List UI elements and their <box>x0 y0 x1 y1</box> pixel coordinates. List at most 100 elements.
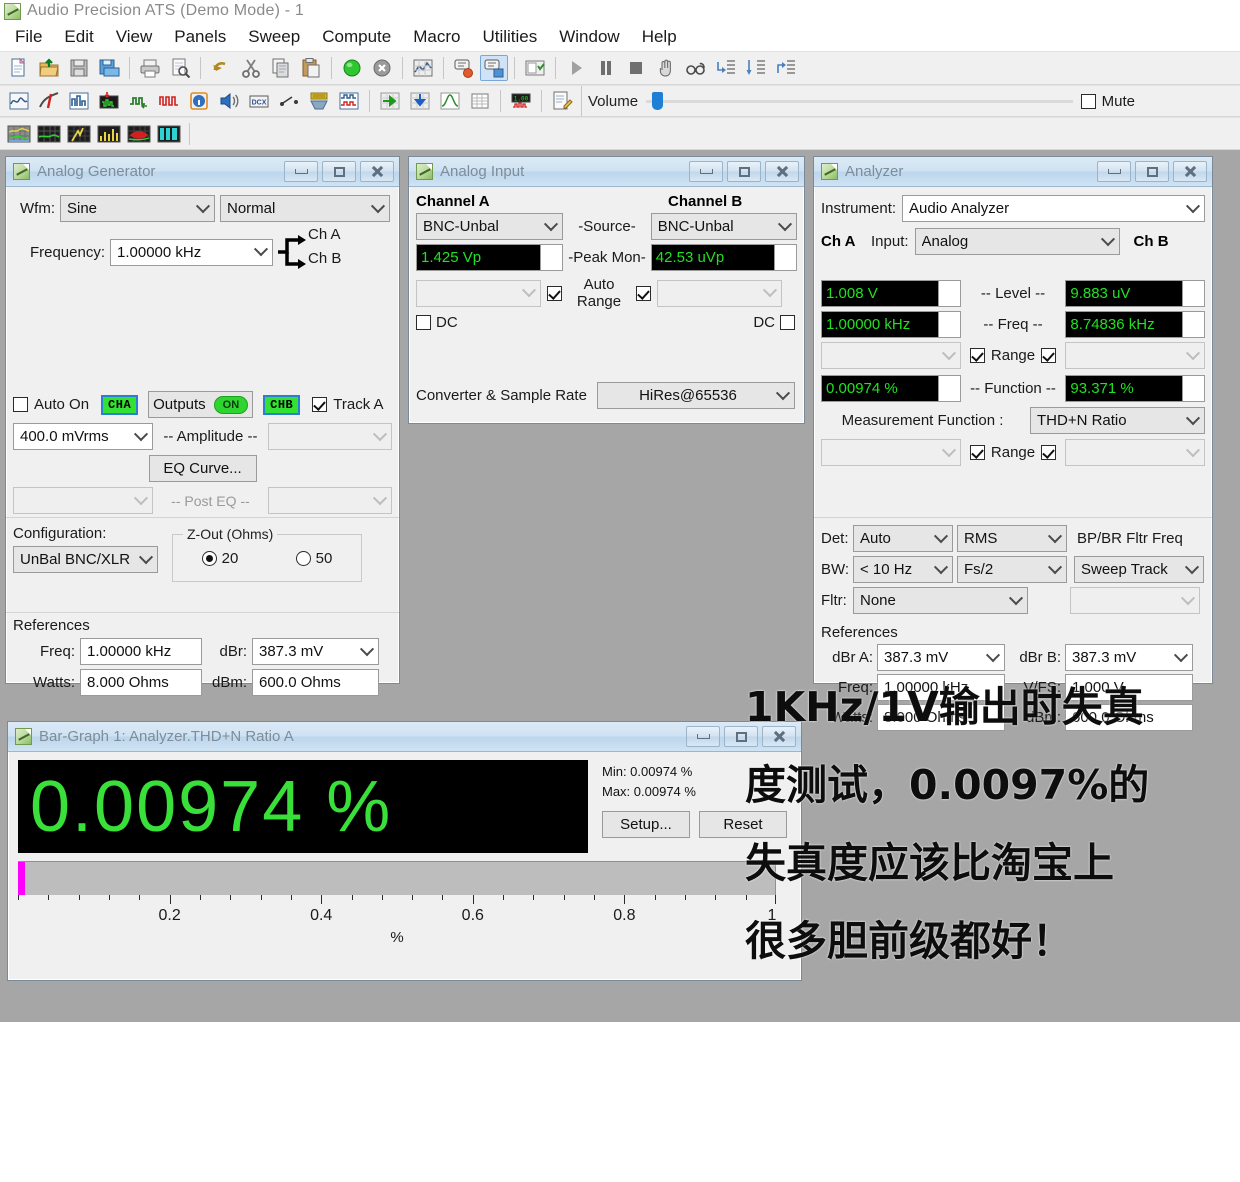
chevron-down-icon[interactable] <box>1182 376 1204 401</box>
close-button[interactable] <box>1173 161 1207 182</box>
chb-badge[interactable]: CHB <box>263 394 301 415</box>
digital-gen-icon[interactable] <box>125 88 153 114</box>
chevron-down-icon[interactable] <box>130 424 152 449</box>
post-eq-a-select[interactable] <box>13 487 153 514</box>
bargraph-window[interactable]: Bar-Graph 1: Analyzer.THD+N Ratio A 0.00… <box>7 721 802 981</box>
analyzer-range-a-select[interactable] <box>821 342 961 369</box>
outputs-button[interactable]: Outputs ON <box>148 391 254 418</box>
print-icon[interactable] <box>136 55 164 81</box>
post-eq-b-select[interactable] <box>267 487 392 514</box>
export-right-icon[interactable] <box>376 88 404 114</box>
pause-icon[interactable] <box>592 55 620 81</box>
analyzer-freq-ref-input[interactable]: 1.00000 kHz <box>877 674 1005 701</box>
mute-checkbox[interactable]: Mute <box>1080 93 1135 110</box>
analyzer-window[interactable]: Analyzer Instrument: Audio Analyzer Ch A… <box>813 156 1213 731</box>
chevron-down-icon[interactable] <box>1177 588 1199 613</box>
graph-blue-icon[interactable] <box>5 121 33 147</box>
comment-red-icon[interactable] <box>450 55 478 81</box>
setup-button[interactable]: Setup... <box>602 811 690 838</box>
cha-badge[interactable]: CHA <box>101 394 139 415</box>
zout-radio-50-button[interactable] <box>295 550 311 566</box>
save-icon[interactable] <box>65 55 93 81</box>
window-controls[interactable] <box>1097 161 1212 182</box>
import-down-icon[interactable] <box>406 88 434 114</box>
close-button[interactable] <box>765 161 799 182</box>
menu-compute[interactable]: Compute <box>311 25 402 49</box>
ref-dbm-input[interactable]: 600.0 Ohms <box>252 669 379 696</box>
curve-icon[interactable] <box>436 88 464 114</box>
menu-view[interactable]: View <box>105 25 164 49</box>
chevron-down-icon[interactable] <box>356 639 378 664</box>
amplitude-a-input[interactable]: 400.0 mVrms <box>13 423 153 450</box>
report-edit-icon[interactable] <box>548 88 576 114</box>
chevron-down-icon[interactable] <box>774 214 796 239</box>
comment-blue-icon[interactable] <box>480 55 508 81</box>
close-button[interactable] <box>360 161 394 182</box>
mute-checkbox-box[interactable] <box>1080 93 1096 109</box>
save-as-icon[interactable] <box>95 55 123 81</box>
analyzer-icon[interactable] <box>65 88 93 114</box>
indent-right-icon[interactable] <box>712 55 740 81</box>
dbr-b-input[interactable]: 387.3 mV <box>1065 644 1193 671</box>
zout-radio-20[interactable]: 20 <box>201 550 238 567</box>
outdent-icon[interactable] <box>772 55 800 81</box>
indent-down-icon[interactable] <box>742 55 770 81</box>
volume-slider[interactable] <box>646 92 1073 110</box>
chevron-down-icon[interactable] <box>1181 557 1203 582</box>
cut-icon[interactable] <box>237 55 265 81</box>
analog-generator-window[interactable]: Analog Generator Wfm: Sine Normal Freque… <box>5 156 400 696</box>
source-b-select[interactable]: BNC-Unbal <box>650 213 797 240</box>
menu-macro[interactable]: Macro <box>402 25 471 49</box>
chevron-down-icon[interactable] <box>1182 343 1204 368</box>
generator-mode-select[interactable]: Normal <box>220 195 390 222</box>
analyzer-dbm-input[interactable]: 600.0 Ohms <box>1065 704 1193 731</box>
keyboard-icon[interactable] <box>305 88 333 114</box>
report-icon[interactable] <box>521 55 549 81</box>
maximize-button[interactable] <box>727 161 761 182</box>
source-a-select[interactable]: BNC-Unbal <box>416 213 564 240</box>
peak-monitor-b-readout[interactable]: 42.53 uVp <box>650 244 797 271</box>
input-select[interactable]: Analog <box>914 228 1120 255</box>
zout-radio-20-button[interactable] <box>201 550 217 566</box>
print-preview-icon[interactable] <box>166 55 194 81</box>
stop-square-icon[interactable] <box>622 55 650 81</box>
copy-icon[interactable] <box>267 55 295 81</box>
amplitude-b-input[interactable] <box>267 423 392 450</box>
slider-thumb-icon[interactable] <box>652 92 664 110</box>
menu-edit[interactable]: Edit <box>53 25 104 49</box>
graph-green-icon[interactable] <box>35 121 63 147</box>
menu-utilities[interactable]: Utilities <box>471 25 548 49</box>
dbr-a-input[interactable]: 387.3 mV <box>877 644 1005 671</box>
analyzer-range2-a-checkbox[interactable] <box>969 445 985 460</box>
chevron-down-icon[interactable] <box>1097 229 1119 254</box>
dcx-icon[interactable]: DCX <box>245 88 273 114</box>
chevron-down-icon[interactable] <box>518 281 540 306</box>
analyzer-range-a-checkbox[interactable] <box>969 348 985 363</box>
close-button[interactable] <box>762 726 796 747</box>
auto-range-a-checkbox[interactable] <box>547 285 562 301</box>
minimize-button[interactable] <box>284 161 318 182</box>
chevron-down-icon[interactable] <box>540 245 563 270</box>
graph-data-icon[interactable] <box>409 55 437 81</box>
function-a-readout[interactable]: 0.00974 % <box>821 375 961 402</box>
chevron-down-icon[interactable] <box>930 557 952 582</box>
dc-a-checkbox-group[interactable]: DC <box>416 314 458 331</box>
maximize-button[interactable] <box>1135 161 1169 182</box>
menu-panels[interactable]: Panels <box>163 25 237 49</box>
maximize-button[interactable] <box>724 726 758 747</box>
volume-group[interactable]: Volume Mute <box>581 86 1240 116</box>
chevron-down-icon[interactable] <box>1182 408 1204 433</box>
chevron-down-icon[interactable] <box>1182 196 1204 221</box>
chevron-down-icon[interactable] <box>938 343 960 368</box>
scope-icon[interactable] <box>335 88 363 114</box>
bargraph-yellow-icon[interactable] <box>95 121 123 147</box>
ref-dbr-input[interactable]: 387.3 mV <box>252 638 379 665</box>
eq-curve-button[interactable]: EQ Curve... <box>148 455 257 482</box>
switcher-icon[interactable] <box>275 88 303 114</box>
stop-icon[interactable] <box>368 55 396 81</box>
graph-red-icon[interactable] <box>125 121 153 147</box>
minimize-button[interactable] <box>686 726 720 747</box>
go-green-icon[interactable] <box>338 55 366 81</box>
chevron-down-icon[interactable] <box>369 424 391 449</box>
configuration-select[interactable]: UnBal BNC/XLR <box>13 546 158 573</box>
